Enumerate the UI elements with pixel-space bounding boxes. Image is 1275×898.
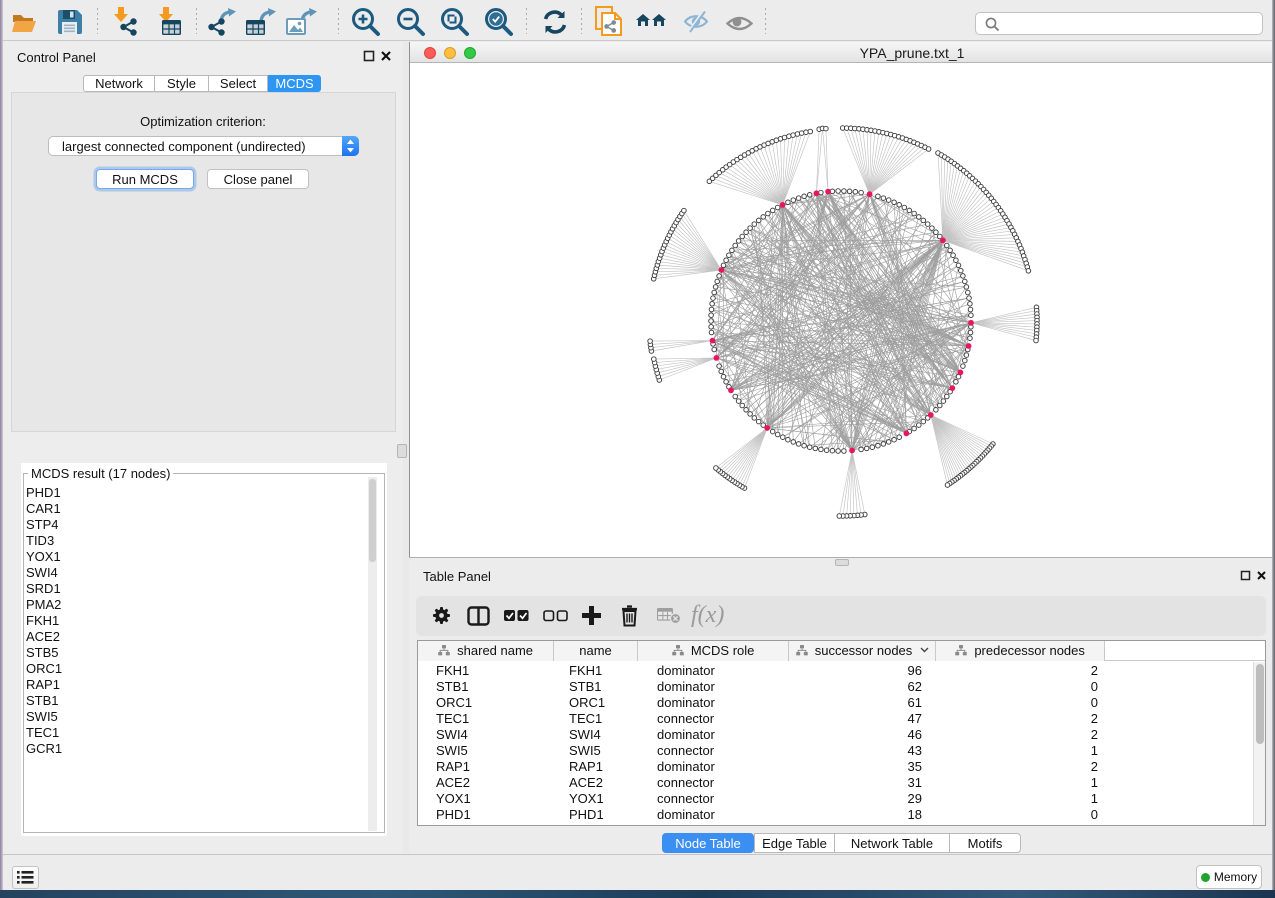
svg-text:f(x): f(x) [691,602,724,628]
